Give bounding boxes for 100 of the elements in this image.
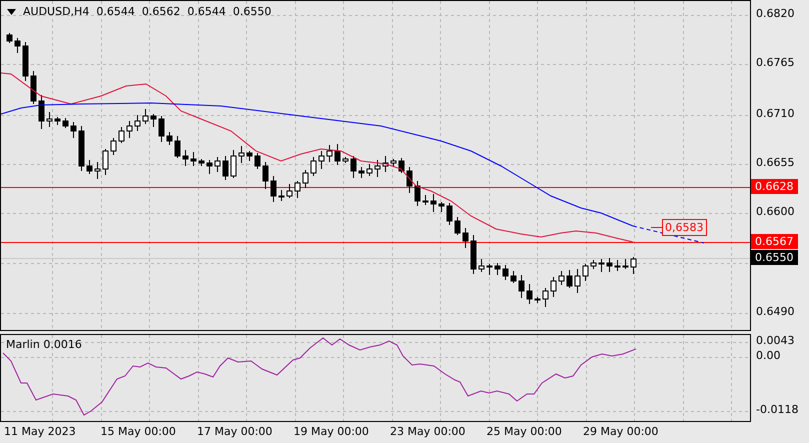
- candlestick: [246, 150, 252, 162]
- price-tag: 0.6628: [751, 179, 798, 194]
- candlestick: [518, 274, 524, 298]
- candlestick: [22, 42, 28, 82]
- candlestick: [254, 152, 260, 170]
- candlestick: [454, 216, 460, 236]
- candlestick: [38, 94, 44, 130]
- candlestick: [302, 170, 308, 188]
- axis-label: -0.0118: [756, 403, 798, 417]
- candlestick: [238, 146, 244, 164]
- candlestick: [54, 116, 60, 126]
- price-value: 0.6544: [96, 5, 135, 19]
- candlestick: [70, 122, 76, 138]
- candlestick: [390, 158, 396, 168]
- axis-label: 0.00: [756, 349, 780, 363]
- candlestick: [374, 160, 380, 178]
- candlestick: [46, 112, 52, 128]
- candlestick: [574, 268, 580, 294]
- leader-line: [650, 227, 662, 228]
- date-label: 23 May 00:00: [390, 425, 466, 439]
- candlestick: [510, 270, 516, 284]
- axis-label: 0.6490: [756, 305, 794, 319]
- axis-label: 0.0043: [756, 334, 794, 348]
- candlestick: [550, 276, 556, 298]
- candlestick: [198, 158, 204, 166]
- candlestick: [606, 258, 612, 272]
- axis-label: 0.6765: [756, 56, 794, 70]
- axis-label: 0.6820: [756, 7, 794, 21]
- candlestick: [6, 32, 12, 44]
- price-label: 0,6583: [662, 219, 706, 236]
- candlestick: [30, 70, 36, 104]
- candlestick: [86, 160, 92, 174]
- candlestick: [598, 258, 604, 272]
- date-label: 11 May 2023: [4, 425, 76, 439]
- candlestick: [462, 228, 468, 248]
- candlestick: [94, 162, 100, 180]
- candlestick: [174, 136, 180, 158]
- date-label: 25 May 00:00: [486, 425, 562, 439]
- date-label: 19 May 00:00: [294, 425, 369, 439]
- axis-label: 0.6710: [756, 107, 794, 121]
- candlestick: [366, 164, 372, 176]
- indicator-label: Marlin 0.0016: [6, 338, 82, 352]
- price-value: 0.6562: [142, 5, 180, 19]
- dropdown-triangle-icon: [7, 9, 16, 15]
- candlestick: [78, 126, 84, 172]
- candlestick: [318, 150, 324, 170]
- date-label: 29 May 00:00: [583, 425, 658, 439]
- candlestick: [214, 156, 220, 172]
- candlestick: [206, 160, 212, 174]
- candlestick: [158, 116, 164, 142]
- candlestick: [166, 132, 172, 146]
- candlestick: [102, 148, 108, 176]
- candlestick: [382, 156, 388, 172]
- candlestick: [286, 184, 292, 198]
- price-value: 0.6550: [232, 5, 272, 19]
- candlestick: [350, 156, 356, 178]
- candlestick: [278, 190, 284, 202]
- candlestick: [190, 152, 196, 166]
- candlestick: [150, 114, 156, 128]
- candlestick: [110, 138, 116, 156]
- candlestick: [422, 194, 428, 206]
- candlestick: [262, 162, 268, 190]
- price-tag: 0.6567: [751, 234, 798, 249]
- candlestick: [582, 264, 588, 282]
- candlestick: [430, 194, 436, 212]
- candlestick: [622, 258, 628, 270]
- axis-label: 0.6600: [756, 205, 794, 219]
- candlestick: [414, 180, 420, 206]
- price-value: 0.6544: [187, 5, 226, 19]
- candlestick: [334, 144, 340, 166]
- candlestick: [142, 108, 148, 124]
- candlestick: [126, 120, 132, 138]
- candlestick: [222, 156, 228, 180]
- candlestick: [438, 202, 444, 212]
- candlestick: [118, 126, 124, 144]
- candlestick: [502, 264, 508, 280]
- candlestick: [534, 296, 540, 304]
- candlestick: [558, 270, 564, 286]
- date-label: 15 May 00:00: [100, 425, 176, 439]
- candlestick: [294, 180, 300, 198]
- candlestick: [446, 202, 452, 226]
- candlestick: [14, 38, 20, 54]
- candlestick: [230, 150, 236, 178]
- candlestick: [62, 118, 68, 128]
- candlestick: [470, 234, 476, 274]
- candlestick: [590, 260, 596, 270]
- candlestick: [630, 256, 636, 274]
- candlestick: [406, 166, 412, 194]
- date-label: 17 May 00:00: [197, 425, 272, 439]
- candlestick: [342, 156, 348, 164]
- candlestick: [270, 176, 276, 202]
- symbol-label: AUDUSD,H4: [23, 5, 90, 19]
- candlestick: [486, 264, 492, 276]
- candlestick: [566, 270, 572, 288]
- candlestick: [182, 150, 188, 166]
- candlestick: [478, 258, 484, 272]
- candlestick: [134, 114, 140, 132]
- candlestick: [526, 284, 532, 304]
- candlestick: [358, 166, 364, 178]
- candlestick: [614, 260, 620, 272]
